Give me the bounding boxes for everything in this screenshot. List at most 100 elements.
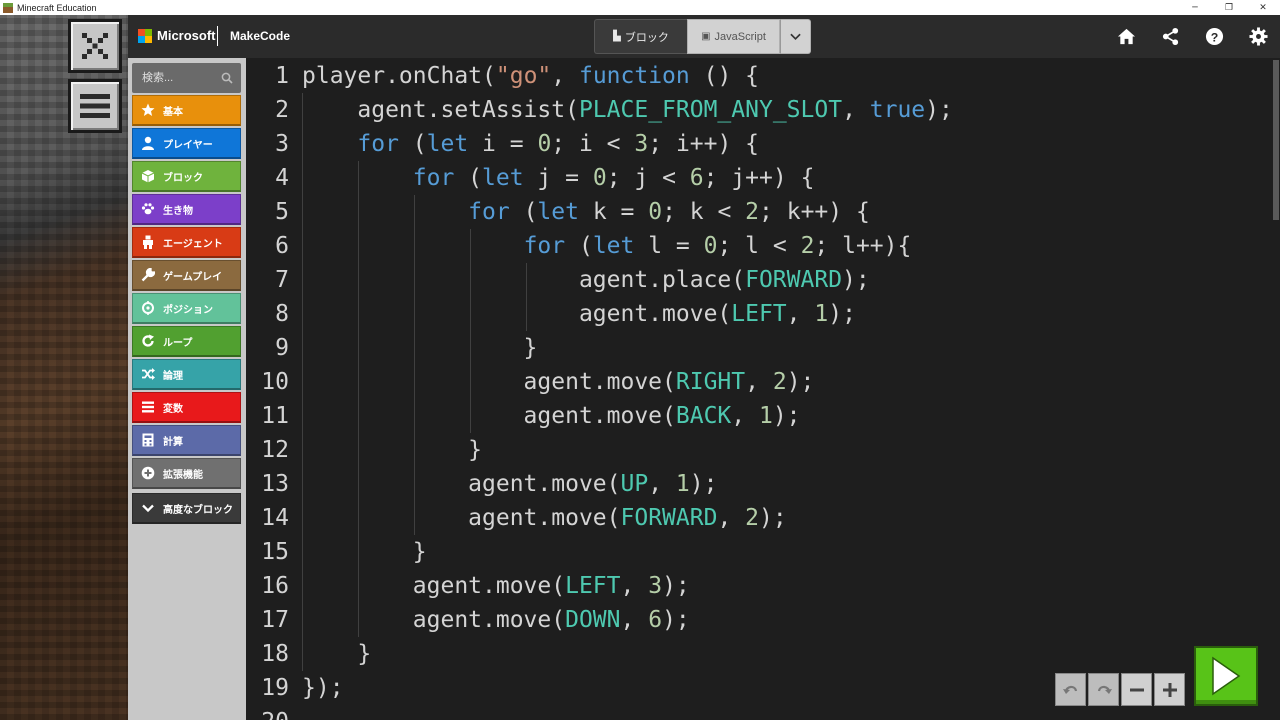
chevron-down-icon [141, 501, 155, 515]
close-editor-button[interactable] [68, 19, 122, 73]
code-line[interactable]: 13 agent.move(UP, 1); [246, 467, 1280, 501]
code-editor[interactable]: 1 player.onChat("go", function () {2 agen… [246, 58, 1280, 720]
category-5[interactable]: ゲームプレイ [132, 260, 241, 291]
code-text: agent.move(LEFT, 3); [302, 573, 690, 599]
code-line[interactable]: 11 agent.move(BACK, 1); [246, 399, 1280, 433]
category-11[interactable]: 拡張機能 [132, 458, 241, 489]
code-line[interactable]: 4 for (let j = 0; j < 6; j++) { [246, 161, 1280, 195]
toolbox-search [132, 63, 241, 93]
code-line[interactable]: 17 agent.move(DOWN, 6); [246, 603, 1280, 637]
line-number: 11 [261, 403, 289, 429]
tab-javascript[interactable]: ▣ JavaScript [687, 19, 780, 54]
window-controls: ─ ❐ ✕ [1178, 0, 1280, 15]
code-line[interactable]: 15 } [246, 535, 1280, 569]
code-text: agent.setAssist(PLACE_FROM_ANY_SLOT, tru… [302, 97, 953, 123]
paw-icon [141, 202, 155, 216]
shuffle-icon [141, 367, 155, 381]
category-label: ゲームプレイ [163, 271, 223, 283]
code-line[interactable]: 1 player.onChat("go", function () { [246, 59, 1280, 93]
code-line[interactable]: 10 agent.move(RIGHT, 2); [246, 365, 1280, 399]
code-text: agent.move(LEFT, 1); [302, 301, 856, 327]
code-text: for (let i = 0; i < 3; i++) { [357, 131, 760, 157]
category-8[interactable]: 論理 [132, 359, 241, 390]
close-window-button[interactable]: ✕ [1246, 0, 1280, 15]
category-0[interactable]: 基本 [132, 95, 241, 126]
category-10[interactable]: 計算 [132, 425, 241, 456]
code-line[interactable]: 9 } [246, 331, 1280, 365]
line-number: 6 [275, 233, 289, 259]
settings-button[interactable] [1236, 15, 1280, 58]
category-12[interactable]: 高度なブロック [132, 493, 241, 524]
line-number: 5 [275, 199, 289, 225]
code-text: }); [302, 675, 344, 701]
calculator-icon [141, 433, 155, 447]
minus-icon [1129, 688, 1144, 691]
code-line[interactable]: 5 for (let k = 0; k < 2; k++) { [246, 195, 1280, 229]
category-label: ループ [163, 337, 193, 349]
zoom-out-button[interactable] [1121, 673, 1152, 706]
category-2[interactable]: ブロック [132, 161, 241, 192]
category-3[interactable]: 生き物 [132, 194, 241, 225]
code-line[interactable]: 16 agent.move(LEFT, 3); [246, 569, 1280, 603]
language-dropdown-button[interactable] [780, 19, 811, 54]
person-icon [141, 136, 155, 150]
category-label: エージェント [163, 238, 223, 250]
category-4[interactable]: エージェント [132, 227, 241, 258]
redo-button[interactable] [1088, 673, 1119, 706]
run-code-button[interactable] [1194, 646, 1258, 706]
line-number: 14 [261, 505, 289, 531]
code-text: agent.move(BACK, 1); [302, 403, 801, 429]
help-icon: ? [1205, 27, 1223, 46]
line-number: 15 [261, 539, 289, 565]
share-button[interactable] [1148, 15, 1192, 58]
code-line[interactable]: 18 } [246, 637, 1280, 671]
editor-toolbar [1055, 673, 1187, 706]
code-line[interactable]: 12 } [246, 433, 1280, 467]
redo-icon [1097, 685, 1112, 694]
code-text: } [302, 335, 538, 361]
loop-icon [141, 334, 155, 348]
code-text: agent.place(FORWARD); [302, 267, 870, 293]
category-9[interactable]: 変数 [132, 392, 241, 423]
restore-button[interactable]: ❐ [1212, 0, 1246, 15]
code-text: } [302, 437, 483, 463]
line-number: 16 [261, 573, 289, 599]
list-icon [141, 400, 155, 414]
code-line[interactable]: 8 agent.move(LEFT, 1); [246, 297, 1280, 331]
code-line[interactable]: 2 agent.setAssist(PLACE_FROM_ANY_SLOT, t… [246, 93, 1280, 127]
tab-blocks-label: ブロック [624, 31, 669, 44]
editor-scroll-thumb[interactable] [1273, 60, 1279, 220]
search-input[interactable] [132, 63, 220, 93]
line-number: 4 [275, 165, 289, 191]
tab-blocks[interactable]: ▙ ブロック [594, 19, 687, 54]
code-line[interactable]: 20 [246, 705, 1280, 720]
code-line[interactable]: 14 agent.move(FORWARD, 2); [246, 501, 1280, 535]
category-6[interactable]: ポジション [132, 293, 241, 324]
chevron-down-icon [790, 33, 801, 40]
line-number: 3 [275, 131, 289, 157]
category-1[interactable]: プレイヤー [132, 128, 241, 159]
help-button[interactable]: ? [1192, 15, 1236, 58]
os-title-bar: Minecraft Education ─ ❐ ✕ [0, 0, 1280, 15]
category-7[interactable]: ループ [132, 326, 241, 357]
code-text: agent.move(UP, 1); [302, 471, 718, 497]
search-icon[interactable] [221, 72, 233, 84]
share-icon [1162, 27, 1178, 46]
puzzle-piece-icon: ▙ [613, 31, 621, 42]
home-button[interactable] [1104, 15, 1148, 58]
code-line[interactable]: 3 for (let i = 0; i < 3; i++) { [246, 127, 1280, 161]
editor-scrollbar[interactable] [1272, 58, 1280, 720]
js-file-icon: ▣ [701, 31, 711, 42]
code-line[interactable]: 7 agent.place(FORWARD); [246, 263, 1280, 297]
minecraft-app-icon [3, 2, 13, 13]
hamburger-menu-button[interactable] [68, 79, 122, 133]
undo-button[interactable] [1055, 673, 1086, 706]
line-number: 19 [261, 675, 289, 701]
category-label: 拡張機能 [163, 469, 203, 481]
minimize-button[interactable]: ─ [1178, 0, 1212, 15]
play-icon [1212, 656, 1241, 696]
category-label: ブロック [163, 172, 203, 184]
undo-icon [1062, 685, 1077, 694]
code-line[interactable]: 6 for (let l = 0; l < 2; l++){ [246, 229, 1280, 263]
zoom-in-button[interactable] [1154, 673, 1185, 706]
